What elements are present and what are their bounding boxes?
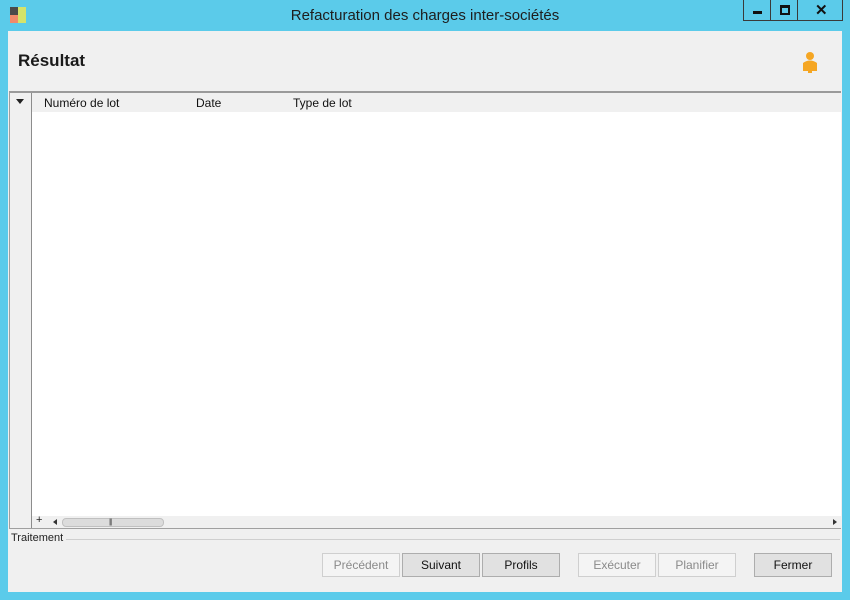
minimize-button[interactable] (743, 0, 771, 21)
window-title: Refacturation des charges inter-sociétés (290, 7, 560, 24)
user-icon[interactable] (801, 51, 819, 73)
section-label: Traitement (11, 532, 64, 544)
close-icon: ✕ (815, 2, 828, 19)
expand-icon[interactable]: + (36, 514, 42, 526)
column-header-batch-type[interactable]: Type de lot (293, 96, 352, 110)
client-area: Résultat Numéro de lot Date Type de lot … (8, 31, 842, 592)
execute-button[interactable]: Exécuter (578, 553, 656, 577)
scroll-right-icon[interactable] (833, 519, 837, 525)
previous-button[interactable]: Précédent (322, 553, 400, 577)
close-window-button[interactable]: ✕ (797, 0, 843, 21)
section-divider (66, 539, 840, 540)
profiles-button[interactable]: Profils (482, 553, 560, 577)
scroll-left-icon[interactable] (53, 519, 57, 525)
row-selector-gutter (10, 93, 32, 528)
column-header-batch-number[interactable]: Numéro de lot (44, 96, 119, 110)
page-title: Résultat (18, 51, 86, 70)
scroll-thumb[interactable]: ||| (62, 518, 164, 527)
horizontal-scrollbar[interactable]: + ||| (32, 514, 841, 528)
minimize-icon (753, 11, 762, 14)
result-grid[interactable]: Numéro de lot Date Type de lot + ||| (9, 91, 841, 529)
chevron-down-icon[interactable] (16, 99, 24, 104)
schedule-button[interactable]: Planifier (658, 553, 736, 577)
next-button[interactable]: Suivant (402, 553, 480, 577)
grid-header: Numéro de lot Date Type de lot (32, 93, 841, 112)
application-window: Refacturation des charges inter-sociétés… (0, 0, 850, 600)
column-header-date[interactable]: Date (196, 96, 221, 110)
title-bar[interactable]: Refacturation des charges inter-sociétés… (0, 0, 850, 31)
close-button[interactable]: Fermer (754, 553, 832, 577)
maximize-icon (780, 5, 790, 15)
maximize-button[interactable] (770, 0, 798, 21)
